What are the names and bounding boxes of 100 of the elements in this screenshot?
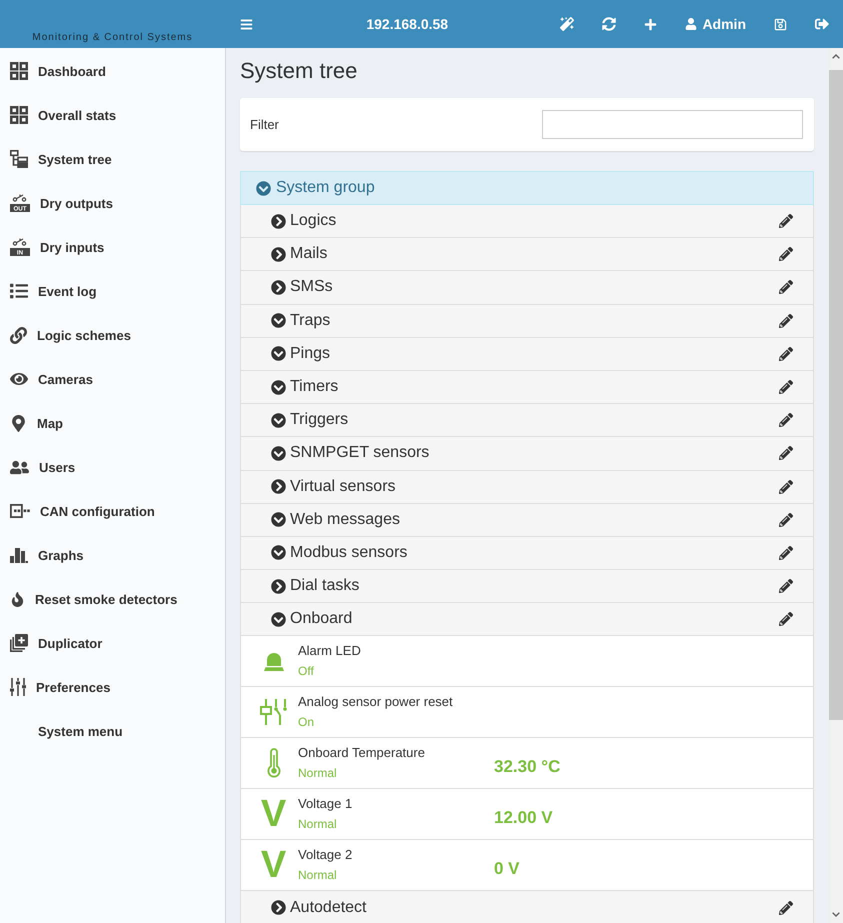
save-icon xyxy=(774,18,787,30)
plus-icon xyxy=(644,18,658,30)
chevron-circle-down-icon[interactable] xyxy=(271,446,286,461)
thermometer-icon xyxy=(266,748,280,778)
pencil-icon[interactable] xyxy=(779,314,793,328)
sensor-status: On xyxy=(298,715,316,730)
tree-node-label[interactable]: Dial tasks xyxy=(290,577,775,596)
filter-label: Filter xyxy=(250,117,279,132)
copy-icon xyxy=(10,634,28,652)
tree-node-label[interactable]: Triggers xyxy=(290,411,775,430)
scrollbar[interactable] xyxy=(829,48,843,923)
menu-icon xyxy=(240,18,253,30)
user-icon xyxy=(685,18,698,30)
pencil-icon[interactable] xyxy=(779,579,793,594)
sidebar-item[interactable]: Users xyxy=(0,445,225,489)
scroll-down-icon[interactable] xyxy=(832,912,840,917)
voltage-symbol: V xyxy=(260,799,286,830)
tree-node-label[interactable]: Modbus sensors xyxy=(290,544,775,562)
tree-node-label[interactable]: SMSs xyxy=(290,278,775,296)
tree-node-label[interactable]: Logics xyxy=(290,212,775,230)
sensor-name: Alarm LED xyxy=(298,643,362,660)
tree-node-label[interactable]: Virtual sensors xyxy=(290,478,775,496)
sidebar-item[interactable]: Preferences xyxy=(0,665,225,709)
pencil-icon[interactable] xyxy=(779,512,793,527)
refresh-icon xyxy=(602,17,616,31)
pencil-icon[interactable] xyxy=(779,413,793,428)
chevron-circle-right-icon[interactable] xyxy=(271,214,286,229)
link-icon xyxy=(10,326,27,344)
scrollbar-thumb[interactable] xyxy=(829,70,843,720)
chevron-circle-down-icon[interactable] xyxy=(271,612,286,627)
sensor-value: 0 V xyxy=(494,858,521,880)
chevron-circle-down-icon[interactable] xyxy=(271,545,286,560)
tree-node-label[interactable]: Pings xyxy=(290,344,775,363)
sidebar-item[interactable]: System tree xyxy=(0,137,225,181)
tree-node-label[interactable]: Autodetect xyxy=(290,898,775,917)
sensor-status: Normal xyxy=(298,868,338,882)
sidebar-item[interactable]: Overall stats xyxy=(0,93,225,137)
tree-node-label[interactable]: Mails xyxy=(290,245,775,264)
scroll-up-icon[interactable] xyxy=(832,54,840,59)
chevron-circle-right-icon[interactable] xyxy=(271,578,286,594)
tree-node-label[interactable]: Timers xyxy=(290,378,775,396)
sidebar-item[interactable]: Cameras xyxy=(0,357,225,401)
pencil-icon[interactable] xyxy=(779,446,793,460)
chevron-circle-right-icon[interactable] xyxy=(271,900,286,916)
sidebar-item[interactable]: Graphs xyxy=(0,533,225,577)
pencil-icon[interactable] xyxy=(779,346,793,361)
sidebar-item[interactable]: Reset smoke detectors xyxy=(0,577,225,621)
sidebar-item[interactable]: System menu xyxy=(0,709,225,753)
pencil-icon[interactable] xyxy=(779,380,793,394)
tree-node-label[interactable]: Web messages xyxy=(290,510,775,529)
chevron-circle-down-icon[interactable] xyxy=(271,512,286,528)
filter-input[interactable] xyxy=(542,110,803,139)
list-icon xyxy=(10,282,28,300)
sensor-value: 12.00 V xyxy=(494,807,554,828)
sensor-name: Onboard Temperature xyxy=(298,745,426,762)
fire-icon xyxy=(10,592,25,606)
chevron-circle-right-icon[interactable] xyxy=(271,246,286,262)
tree-node-label[interactable]: SNMPGET sensors xyxy=(290,444,775,462)
page-title: System tree xyxy=(240,58,358,84)
chevron-circle-down-icon[interactable] xyxy=(271,412,286,428)
pencil-icon[interactable] xyxy=(779,280,793,294)
eye-icon xyxy=(10,370,28,388)
tree-node-label[interactable]: Traps xyxy=(290,312,775,330)
module-icon xyxy=(10,504,30,518)
sidebar-item[interactable]: Dashboard xyxy=(0,49,225,93)
bar-chart-icon xyxy=(10,547,28,563)
chevron-circle-down-icon[interactable] xyxy=(271,313,286,328)
chevron-circle-right-icon[interactable] xyxy=(271,479,286,494)
sensor-value: 32.30 °C xyxy=(494,756,562,778)
sidebar-item[interactable]: Map xyxy=(0,401,225,445)
chevron-circle-down-icon[interactable] xyxy=(271,346,286,362)
sensor-status: Normal xyxy=(298,817,338,832)
pencil-icon[interactable] xyxy=(779,214,793,228)
sensor-status: Off xyxy=(298,664,315,678)
sidebar-item[interactable]: CAN configuration xyxy=(0,489,225,533)
sidebar-item[interactable]: Logic schemes xyxy=(0,313,225,357)
map-marker-icon xyxy=(10,414,27,432)
chevron-circle-down-icon[interactable] xyxy=(271,380,286,395)
user-button[interactable]: Admin xyxy=(671,0,760,48)
pencil-icon[interactable] xyxy=(779,546,793,560)
pencil-icon[interactable] xyxy=(779,612,793,626)
magic-wand-icon xyxy=(560,17,574,31)
sliders-icon xyxy=(10,678,26,696)
sidebar-item[interactable]: Duplicator xyxy=(0,621,225,665)
sensor-name: Analog sensor power reset xyxy=(298,694,454,710)
pencil-icon[interactable] xyxy=(779,900,793,915)
pencil-icon[interactable] xyxy=(779,480,793,494)
sidebar-item[interactable]: Event log xyxy=(0,269,225,313)
relay-switch-icon xyxy=(260,699,288,726)
logo-text: Monitoring & Control Systems xyxy=(32,32,193,43)
tree-group-label[interactable]: System group xyxy=(276,179,375,197)
voltage-symbol: V xyxy=(260,850,286,880)
pencil-icon[interactable] xyxy=(779,247,793,262)
grid-icon xyxy=(10,106,28,124)
tree-node-label[interactable]: Onboard xyxy=(290,610,775,628)
chevron-circle-right-icon[interactable] xyxy=(271,280,286,295)
host-address: 192.168.0.58 xyxy=(366,16,448,32)
sensor-name: Voltage 1 xyxy=(298,796,354,812)
grid-icon xyxy=(10,62,28,80)
sensor-status: Normal xyxy=(298,766,338,780)
